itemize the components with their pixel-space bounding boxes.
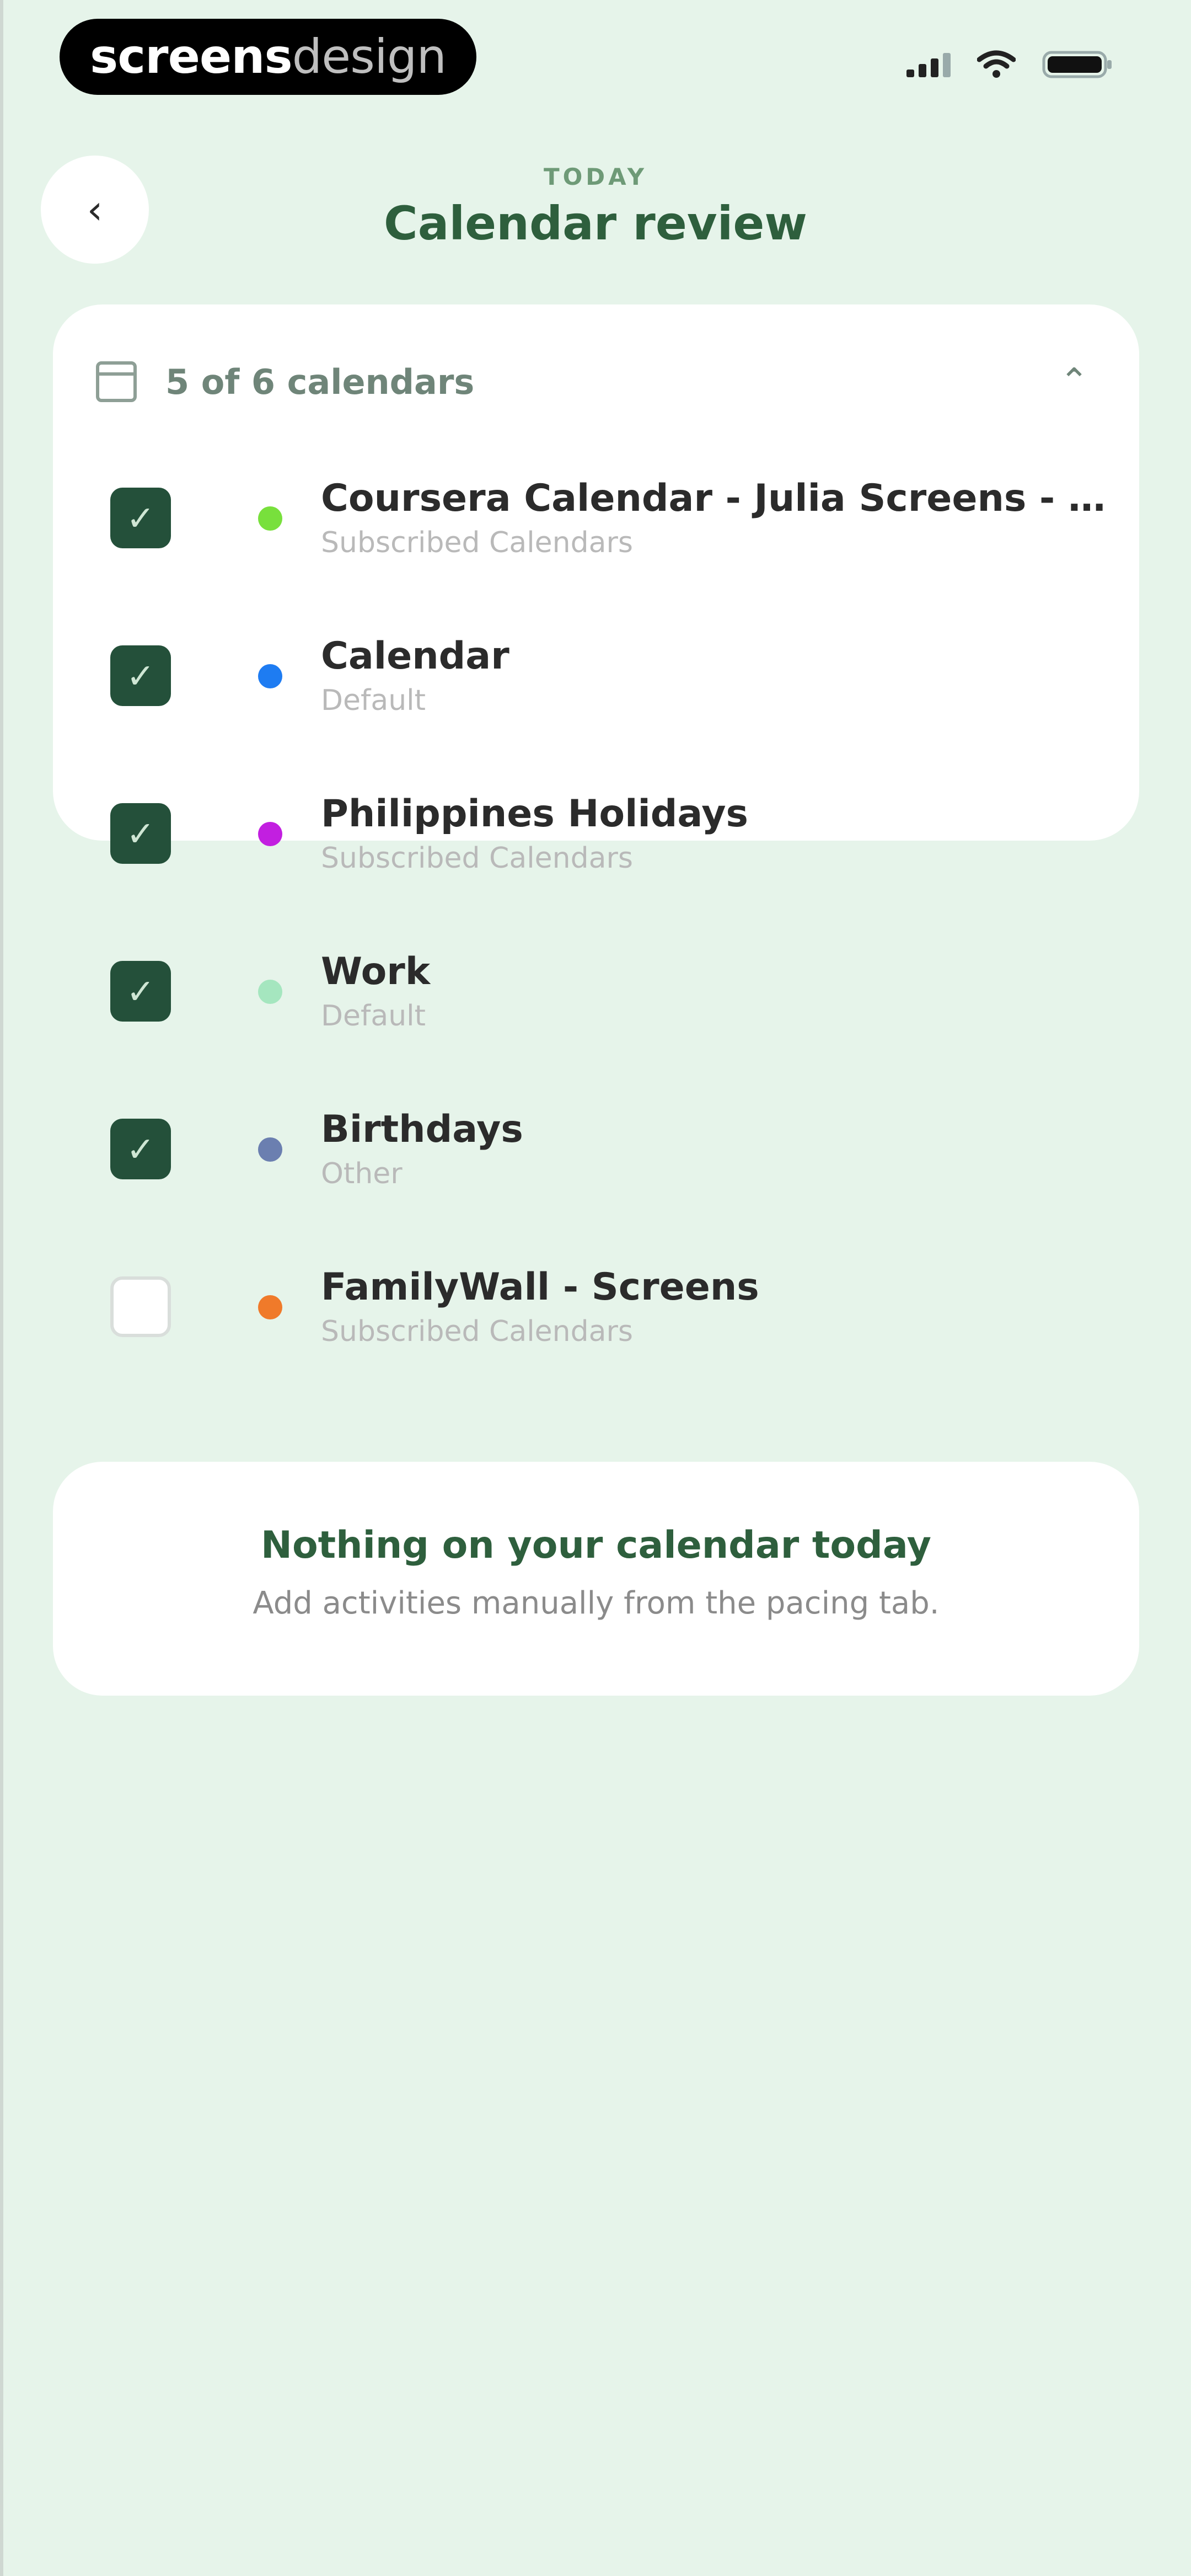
calendar-color-dot <box>258 980 282 1004</box>
calendar-name: Work <box>321 950 431 993</box>
checkmark-icon: ✓ <box>126 971 155 1012</box>
calendar-row[interactable]: ✓ Coursera Calendar - Julia Screens - scr… <box>53 443 1139 601</box>
calendar-name: Philippines Holidays <box>321 792 749 836</box>
calendar-checkbox[interactable]: ✓ <box>110 645 171 706</box>
calendar-name: Calendar <box>321 634 509 678</box>
calendar-type: Other <box>321 1157 403 1190</box>
calendar-color-dot <box>258 664 282 688</box>
calendar-row[interactable]: FamilyWall - Screens Subscribed Calendars <box>53 1232 1139 1390</box>
calendar-name: Coursera Calendar - Julia Screens - scre… <box>321 477 1115 520</box>
calendar-color-dot <box>258 822 282 846</box>
calendar-row[interactable]: ✓ Calendar Default <box>53 601 1139 759</box>
calendars-toggle[interactable]: 5 of 6 calendars ⌃ <box>96 349 1096 415</box>
calendars-count: 5 of 6 calendars <box>165 361 475 402</box>
calendar-type: Subscribed Calendars <box>321 526 633 559</box>
empty-state-card: Nothing on your calendar today Add activ… <box>53 1462 1139 1696</box>
calendar-type: Subscribed Calendars <box>321 1315 633 1348</box>
battery-icon <box>1042 51 1112 78</box>
brand-logo: screens design <box>60 19 476 95</box>
calendar-checkbox[interactable] <box>110 1276 171 1337</box>
checkmark-icon: ✓ <box>126 498 155 538</box>
empty-state-title: Nothing on your calendar today <box>261 1524 931 1567</box>
calendar-type: Default <box>321 1000 426 1033</box>
calendar-color-dot <box>258 1295 282 1319</box>
calendar-checkbox[interactable]: ✓ <box>110 803 171 864</box>
page-title: Calendar review <box>384 196 807 250</box>
status-icons <box>906 50 1114 79</box>
brand-bold-text: screens <box>90 29 293 84</box>
chevron-up-icon[interactable]: ⌃ <box>1052 360 1096 404</box>
calendar-icon <box>96 361 137 402</box>
calendar-name: Birthdays <box>321 1108 523 1151</box>
calendar-color-dot <box>258 1137 282 1162</box>
calendar-list: ✓ Coursera Calendar - Julia Screens - scr… <box>53 443 1139 1390</box>
calendar-checkbox[interactable]: ✓ <box>110 961 171 1022</box>
wifi-icon <box>977 50 1016 78</box>
calendar-type: Subscribed Calendars <box>321 842 633 875</box>
checkmark-icon: ✓ <box>126 813 155 854</box>
calendar-checkbox[interactable]: ✓ <box>110 1119 171 1179</box>
calendar-checkbox[interactable]: ✓ <box>110 488 171 548</box>
calendar-name: FamilyWall - Screens <box>321 1265 759 1309</box>
page-header: ‹ TODAY Calendar review <box>0 149 1191 276</box>
signal-icon <box>906 52 951 77</box>
calendar-row[interactable]: ✓ Birthdays Other <box>53 1075 1139 1232</box>
calendar-color-dot <box>258 506 282 531</box>
calendar-row[interactable]: ✓ Philippines Holidays Subscribed Calendar… <box>53 759 1139 917</box>
calendar-type: Default <box>321 684 426 717</box>
checkmark-icon: ✓ <box>126 655 155 696</box>
screen-edge <box>0 0 3 2576</box>
calendar-row[interactable]: ✓ Work Default <box>53 917 1139 1075</box>
status-bar: screens design <box>0 0 1191 116</box>
empty-state-subtitle: Add activities manually from the pacing … <box>253 1585 940 1621</box>
page-eyebrow: TODAY <box>543 163 648 190</box>
calendars-card: 5 of 6 calendars ⌃ ✓ Coursera Calendar - … <box>53 304 1139 1348</box>
checkmark-icon: ✓ <box>126 1129 155 1169</box>
brand-light-text: design <box>292 29 447 84</box>
